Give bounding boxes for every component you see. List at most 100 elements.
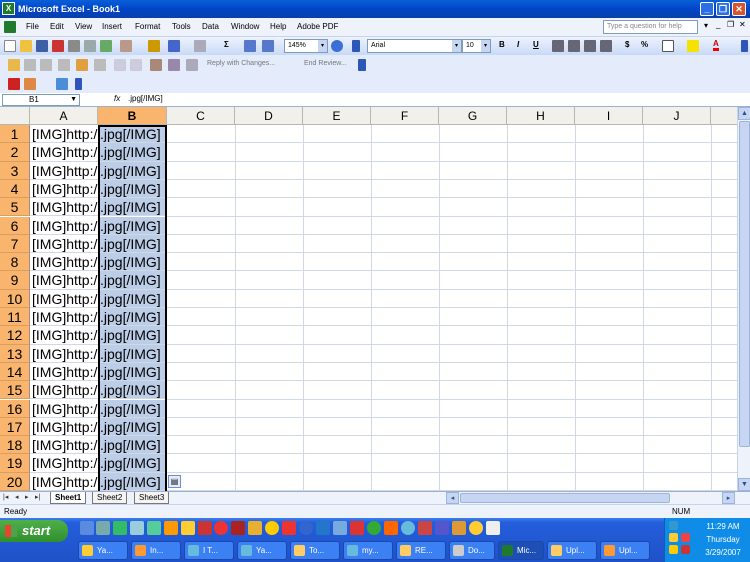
row-header[interactable]: 3 [0, 161, 30, 180]
align-left-icon[interactable] [552, 40, 564, 52]
quicklaunch-icon-18[interactable] [367, 521, 381, 535]
convert-email-pdf-icon[interactable] [24, 78, 36, 90]
row-header[interactable]: 1 [0, 125, 30, 144]
row-header[interactable]: 17 [0, 417, 30, 437]
save-icon[interactable] [36, 40, 48, 52]
cell-a[interactable]: [IMG]http:/ [30, 253, 98, 272]
cell-a[interactable]: [IMG]http:/ [30, 326, 98, 345]
row-header[interactable]: 19 [0, 454, 30, 473]
task-button-6[interactable]: my... [343, 541, 393, 560]
excel-app-icon[interactable]: X [2, 2, 15, 15]
review-icon-2[interactable] [24, 59, 36, 71]
percent-button[interactable]: % [641, 40, 648, 49]
zoom-select[interactable]: 145% ▾ [284, 39, 328, 53]
row-header[interactable]: 14 [0, 362, 30, 382]
new-icon[interactable] [4, 40, 16, 52]
row-header[interactable]: 10 [0, 289, 30, 308]
menu-file[interactable]: File [26, 22, 39, 31]
toolbar-options-icon[interactable] [352, 40, 360, 52]
center-icon[interactable] [568, 40, 580, 52]
merge-center-icon[interactable] [600, 40, 612, 52]
select-all-corner[interactable] [0, 107, 30, 125]
task-button-9[interactable]: Mic... [498, 541, 544, 560]
end-review-button[interactable]: End Review... [304, 60, 347, 67]
column-header-j[interactable]: J [643, 107, 711, 125]
review-icon-5[interactable] [76, 59, 88, 71]
menu-edit[interactable]: Edit [50, 22, 64, 31]
row-header[interactable]: 6 [0, 216, 30, 235]
row-header[interactable]: 7 [0, 234, 30, 254]
cell-a[interactable]: [IMG]http:/ [30, 143, 98, 162]
row-header[interactable]: 20 [0, 472, 30, 491]
format-painter-icon[interactable] [148, 40, 160, 52]
review-icon-1[interactable] [8, 59, 20, 71]
quicklaunch-icon-2[interactable] [96, 521, 110, 535]
quicklaunch-icon-13[interactable] [282, 521, 296, 535]
cell-a[interactable]: [IMG]http:/ [30, 418, 98, 437]
cell-a[interactable]: [IMG]http:/ [30, 235, 98, 254]
name-box-dropdown-icon[interactable]: ▼ [70, 95, 77, 105]
print-preview-icon[interactable] [84, 40, 96, 52]
column-header-e[interactable]: E [303, 107, 371, 125]
paste-options-icon[interactable]: ▤ [168, 475, 181, 488]
review-icon-3[interactable] [40, 59, 52, 71]
menu-tools[interactable]: Tools [172, 22, 191, 31]
pdf-review-icon[interactable] [56, 78, 68, 90]
task-button-8[interactable]: Do... [449, 541, 495, 560]
ask-dropdown-icon[interactable]: ▾ [704, 21, 708, 30]
doc-close-button[interactable]: ✕ [739, 20, 746, 29]
scroll-up-icon[interactable]: ▲ [738, 107, 750, 120]
row-header[interactable]: 5 [0, 198, 30, 217]
task-button-10[interactable]: Upl... [547, 541, 597, 560]
tray-icon-2[interactable] [669, 533, 678, 542]
scroll-left-icon[interactable]: ◂ [446, 492, 459, 504]
cell-a[interactable]: [IMG]http:/ [30, 473, 98, 491]
row-header[interactable]: 8 [0, 253, 30, 272]
reviewing-options-icon[interactable] [358, 59, 366, 71]
quicklaunch-icon-4[interactable] [130, 521, 144, 535]
review-icon-9[interactable] [150, 59, 162, 71]
row-header[interactable]: 2 [0, 143, 30, 162]
next-sheet-icon[interactable]: ▸ [25, 493, 29, 501]
horizontal-scrollbar[interactable]: ◂ ▸ [446, 492, 736, 504]
font-color-button[interactable]: A [713, 39, 719, 51]
cell-a[interactable]: [IMG]http:/ [30, 381, 98, 400]
bold-button[interactable]: B [499, 40, 505, 49]
column-header-f[interactable]: F [371, 107, 439, 125]
worksheet-grid[interactable]: A B C D E F G H I J 1 [IMG]http:/.jpg[/IM… [0, 107, 737, 491]
menu-data[interactable]: Data [202, 22, 219, 31]
autosum-button[interactable]: Σ [224, 40, 229, 49]
workbook-icon[interactable] [4, 21, 16, 33]
task-button-11[interactable]: Upl... [600, 541, 650, 560]
quicklaunch-icon-23[interactable] [452, 521, 466, 535]
review-icon-6[interactable] [94, 59, 106, 71]
vertical-scrollbar[interactable]: ▲ ▼ [737, 107, 750, 491]
quicklaunch-icon-20[interactable] [401, 521, 415, 535]
horizontal-scroll-thumb[interactable] [460, 493, 670, 503]
permission-icon[interactable] [52, 40, 64, 52]
menu-format[interactable]: Format [135, 22, 160, 31]
tray-icon-1[interactable] [669, 521, 678, 530]
cell-a[interactable]: [IMG]http:/ [30, 454, 98, 473]
cell-a[interactable]: [IMG]http:/ [30, 345, 98, 363]
review-icon-7[interactable] [114, 59, 126, 71]
fill-color-icon[interactable] [687, 40, 699, 52]
row-header[interactable]: 11 [0, 308, 30, 327]
row-header[interactable]: 18 [0, 436, 30, 455]
vertical-scroll-thumb[interactable] [739, 121, 750, 447]
cell-a[interactable]: [IMG]http:/ [30, 436, 98, 455]
row-header[interactable]: 4 [0, 179, 30, 199]
column-header-g[interactable]: G [439, 107, 507, 125]
open-icon[interactable] [20, 40, 32, 52]
quicklaunch-icon-22[interactable] [435, 521, 449, 535]
column-header-i[interactable]: I [575, 107, 643, 125]
cell-a[interactable]: [IMG]http:/ [30, 162, 98, 180]
align-right-icon[interactable] [584, 40, 596, 52]
zoom-dropdown-icon[interactable]: ▾ [318, 40, 327, 52]
toolbar-options-icon-2[interactable] [741, 40, 748, 52]
review-icon-8[interactable] [130, 59, 142, 71]
quicklaunch-icon-3[interactable] [113, 521, 127, 535]
task-button-3[interactable]: I T... [184, 541, 234, 560]
quicklaunch-icon-7[interactable] [181, 521, 195, 535]
font-name-select[interactable]: Arial ▾ [367, 39, 462, 53]
